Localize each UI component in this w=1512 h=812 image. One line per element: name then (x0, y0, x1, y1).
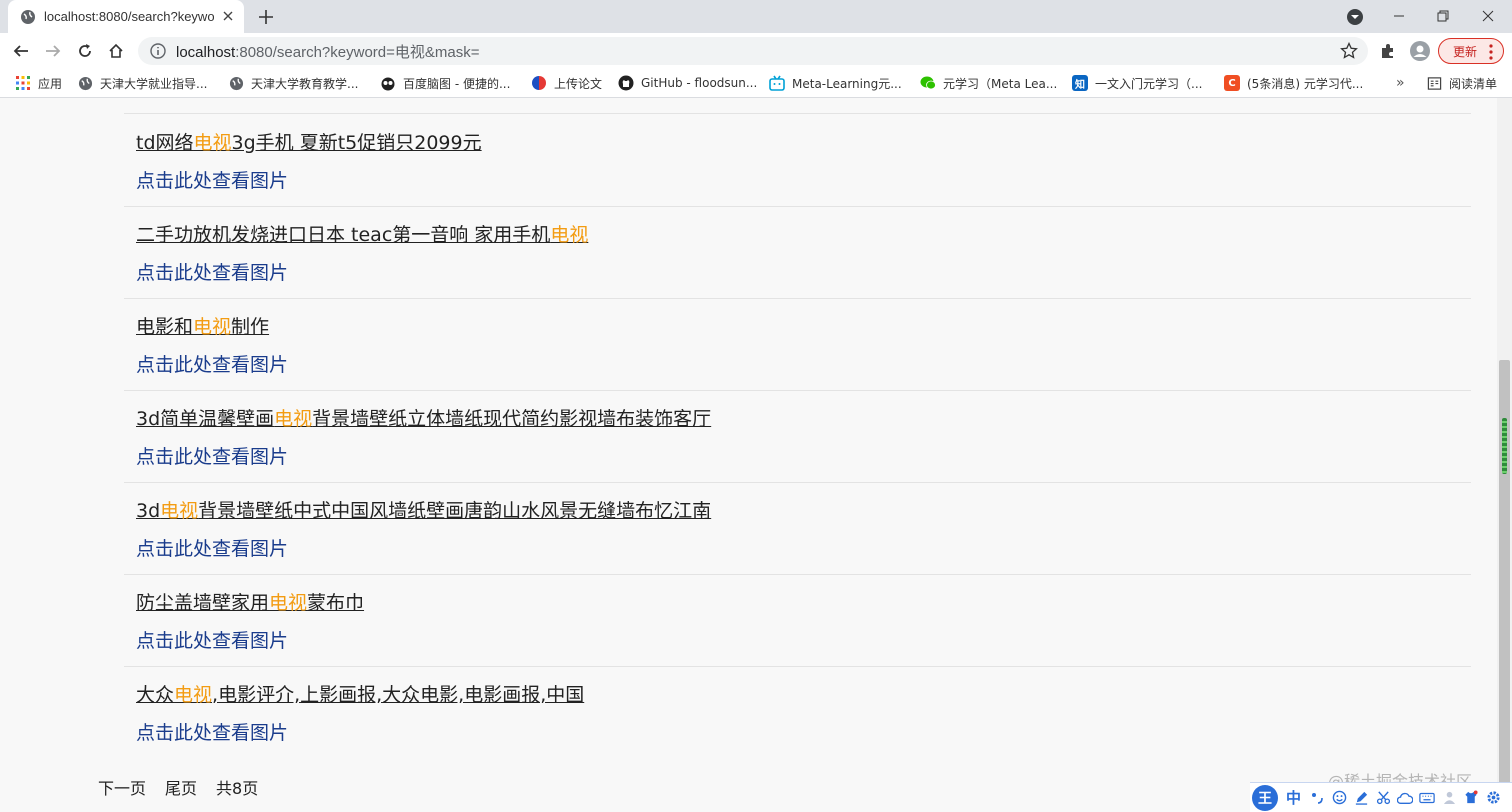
view-image-link[interactable]: 点击此处查看图片 (136, 718, 288, 745)
tab-title: localhost:8080/search?keywor (44, 9, 214, 24)
punctuation-icon[interactable] (1309, 790, 1325, 806)
next-page-link[interactable]: 下一页 (98, 775, 146, 799)
search-result-item: 3d电视背景墙壁纸中式中国风墙纸壁画唐韵山水风景无缝墙布忆江南 点击此处查看图片 (124, 482, 1471, 575)
result-title-link[interactable]: 电影和电视制作 (136, 312, 269, 339)
reading-list-button[interactable]: 阅读清单 (1426, 73, 1497, 93)
bilibili-icon (769, 75, 785, 91)
ime-logo-icon[interactable]: 王 (1252, 784, 1278, 811)
user-icon[interactable] (1441, 790, 1457, 806)
bookmarks-overflow-button[interactable]: » (1396, 75, 1405, 91)
url-text: localhost:8080/search?keyword=电视&mask= (176, 43, 480, 61)
view-image-link[interactable]: 点击此处查看图片 (136, 626, 288, 653)
browser-tab[interactable]: localhost:8080/search?keywor (8, 0, 244, 33)
github-icon (618, 75, 634, 91)
view-image-link[interactable]: 点击此处查看图片 (136, 258, 288, 285)
bookmark-item[interactable]: Meta-Learning元... (769, 73, 902, 93)
bookmark-label: 元学习（Meta Lea... (943, 76, 1058, 91)
bookmark-label: (5条消息) 元学习代... (1247, 76, 1364, 91)
restore-icon[interactable] (1421, 0, 1465, 32)
bookmark-label: GitHub - floodsun... (641, 76, 758, 90)
bookmark-label: 一文入门元学习（... (1095, 76, 1203, 91)
home-icon[interactable] (104, 39, 128, 63)
result-title-link[interactable]: 3d简单温馨壁画电视背景墙壁纸立体墙纸现代简约影视墙布装饰客厅 (136, 404, 711, 431)
view-image-link[interactable]: 点击此处查看图片 (136, 534, 288, 561)
globe-icon (228, 75, 244, 91)
total-pages-label: 共8页 (216, 779, 259, 798)
handwrite-icon[interactable] (1353, 790, 1369, 806)
update-label: 更新 (1453, 44, 1478, 59)
reading-list-label: 阅读清单 (1449, 76, 1498, 91)
bookmark-item[interactable]: 元学习（Meta Lea... (920, 73, 1057, 93)
menu-dots-icon (1489, 44, 1493, 63)
globe-icon (77, 75, 93, 91)
view-image-link[interactable]: 点击此处查看图片 (136, 350, 288, 377)
update-button[interactable]: 更新 (1438, 38, 1504, 64)
cloud-icon[interactable] (1397, 790, 1414, 806)
pagination: 下一页 尾页 共8页 (98, 775, 258, 799)
reload-icon[interactable] (73, 39, 97, 63)
wechat-icon (920, 75, 936, 91)
bookmark-item[interactable]: 上传论文 (531, 73, 602, 93)
close-tab-icon[interactable] (220, 8, 236, 24)
scroll-marker (1502, 418, 1507, 474)
bookmark-label: 百度脑图 - 便捷的... (403, 76, 511, 91)
apps-grid-icon (15, 75, 31, 91)
bookmark-label: 应用 (38, 76, 63, 91)
emoji-icon[interactable] (1331, 790, 1347, 806)
result-title-link[interactable]: 3d电视背景墙壁纸中式中国风墙纸壁画唐韵山水风景无缝墙布忆江南 (136, 496, 711, 523)
bookmark-star-icon[interactable] (1340, 41, 1358, 60)
bookmark-item[interactable]: 天津大学教育教学... (228, 73, 358, 93)
result-title-link[interactable]: 防尘盖墙壁家用电视蒙布巾 (136, 588, 364, 615)
bookmark-item[interactable]: 知 一文入门元学习（... (1072, 73, 1202, 93)
ime-toolbar: 王 中 (1250, 782, 1512, 812)
bookmark-label: Meta-Learning元... (792, 76, 902, 91)
close-window-icon[interactable] (1466, 0, 1510, 32)
page-scrollbar[interactable] (1497, 98, 1512, 811)
search-result-item: 3d简单温馨壁画电视背景墙壁纸立体墙纸现代简约影视墙布装饰客厅 点击此处查看图片 (124, 390, 1471, 483)
extensions-icon[interactable] (1378, 41, 1398, 61)
forward-icon[interactable] (41, 39, 65, 63)
new-tab-icon[interactable] (256, 7, 276, 27)
bookmark-apps[interactable]: 应用 (15, 73, 62, 93)
globe-icon (20, 9, 36, 25)
bookmark-label: 天津大学就业指导... (100, 76, 208, 91)
info-icon[interactable] (150, 43, 166, 59)
last-page-link[interactable]: 尾页 (165, 775, 197, 799)
search-result-item: 二手功放机发烧进口日本 teac第一音响 家用手机电视 点击此处查看图片 (124, 206, 1471, 299)
scissors-icon[interactable] (1375, 790, 1391, 806)
settings-gear-icon[interactable] (1485, 790, 1501, 806)
search-result-item: td网络电视3g手机 夏新t5促销只2099元 点击此处查看图片 (124, 114, 1471, 207)
view-image-link[interactable]: 点击此处查看图片 (136, 166, 288, 193)
result-title-link[interactable]: td网络电视3g手机 夏新t5促销只2099元 (136, 128, 482, 155)
view-image-link[interactable]: 点击此处查看图片 (136, 442, 288, 469)
paper-upload-icon (531, 75, 547, 91)
back-icon[interactable] (9, 39, 33, 63)
profile-avatar-icon[interactable] (1410, 41, 1430, 61)
minimize-icon[interactable] (1377, 0, 1421, 32)
ime-language-toggle[interactable]: 中 (1286, 787, 1301, 808)
bookmark-label: 上传论文 (554, 76, 603, 91)
bookmark-item[interactable]: 百度脑图 - 便捷的... (380, 73, 510, 93)
bookmark-item[interactable]: GitHub - floodsun... (618, 73, 757, 93)
result-title-link[interactable]: 二手功放机发烧进口日本 teac第一音响 家用手机电视 (136, 220, 588, 247)
bookmark-label: 天津大学教育教学... (251, 76, 359, 91)
bookmark-item[interactable]: C (5条消息) 元学习代... (1224, 73, 1363, 93)
skin-shirt-icon[interactable] (1463, 790, 1479, 806)
reading-list-icon (1426, 75, 1442, 91)
search-result-item: 电影和电视制作 点击此处查看图片 (124, 298, 1471, 391)
address-bar[interactable]: localhost:8080/search?keyword=电视&mask= (138, 37, 1368, 65)
zhihu-icon: 知 (1072, 75, 1088, 91)
search-result-item: 大众电视,电影评介,上影画报,大众电影,电影画报,中国 点击此处查看图片 (124, 666, 1471, 758)
tab-search-icon[interactable] (1346, 8, 1364, 26)
bookmarks-bar: 应用 天津大学就业指导... 天津大学教育教学... 百度脑图 - 便捷的...… (0, 69, 1512, 98)
tab-strip: localhost:8080/search?keywor (0, 0, 1512, 33)
bookmark-item[interactable]: 天津大学就业指导... (77, 73, 207, 93)
browser-toolbar: localhost:8080/search?keyword=电视&mask= 更… (0, 33, 1512, 69)
search-result-item: 防尘盖墙壁家用电视蒙布巾 点击此处查看图片 (124, 574, 1471, 667)
keyboard-icon[interactable] (1419, 790, 1435, 806)
search-results-page: td网络电视3g手机 夏新t5促销只2099元 点击此处查看图片 二手功放机发烧… (0, 98, 1497, 811)
owl-icon (380, 75, 396, 91)
csdn-icon: C (1224, 75, 1240, 91)
result-title-link[interactable]: 大众电视,电影评介,上影画报,大众电影,电影画报,中国 (136, 680, 584, 707)
